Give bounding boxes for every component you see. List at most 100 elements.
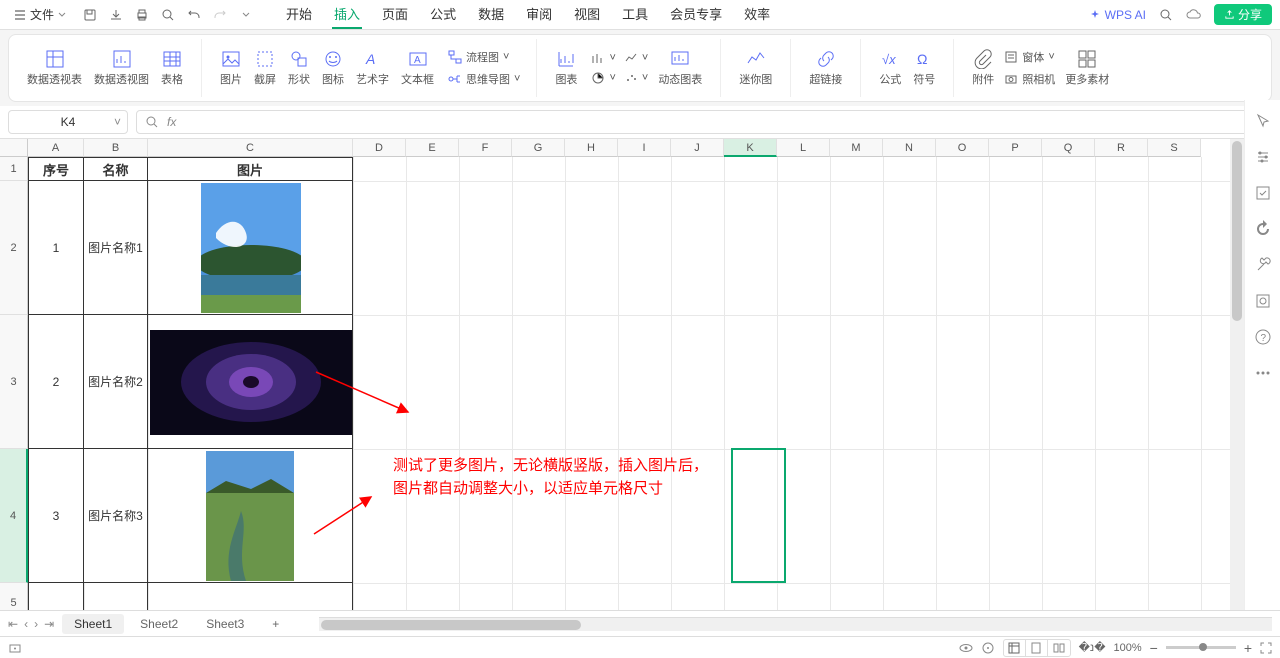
zoom-out-button[interactable]: − [1150, 640, 1158, 656]
tab-efficiency[interactable]: 效率 [742, 0, 772, 29]
redo-icon[interactable] [212, 7, 228, 23]
search-icon[interactable] [1158, 7, 1174, 23]
chart-sm4[interactable]: ˅ [620, 69, 652, 87]
col-header-R[interactable]: R [1095, 139, 1148, 157]
tab-member[interactable]: 会员专享 [668, 0, 724, 29]
dynamic-chart-button[interactable]: 动态图表 [652, 49, 708, 87]
cell-name-2[interactable]: 图片名称2 [83, 314, 148, 449]
row-header-4[interactable]: 4 [0, 449, 28, 583]
preview-icon[interactable] [160, 7, 176, 23]
table-button[interactable]: 表格 [155, 49, 189, 87]
undo-icon[interactable] [186, 7, 202, 23]
view-page-icon[interactable] [1026, 640, 1048, 656]
help-icon[interactable]: ? [1254, 328, 1272, 346]
col-header-K[interactable]: K [724, 139, 777, 157]
mindmap-button[interactable]: 思维导图 ˅ [444, 69, 524, 89]
history-icon[interactable] [1254, 292, 1272, 310]
reading-mode-icon[interactable]: �נ� [1079, 641, 1106, 654]
sheet-tab-1[interactable]: Sheet1 [62, 614, 124, 634]
sheet-tab-3[interactable]: Sheet3 [194, 614, 256, 634]
pivot-table-button[interactable]: 数据透视表 [21, 49, 88, 87]
row-header-3[interactable]: 3 [0, 315, 28, 449]
cell-image-2[interactable] [147, 314, 353, 449]
fullscreen-icon[interactable] [1260, 642, 1272, 654]
record-macro-icon[interactable] [8, 641, 22, 655]
col-header-C[interactable]: C [148, 139, 353, 157]
zoom-in-button[interactable]: + [1244, 640, 1252, 656]
share-button[interactable]: 分享 [1214, 4, 1272, 25]
vertical-scrollbar[interactable] [1230, 139, 1244, 619]
select-tool-icon[interactable] [1254, 112, 1272, 130]
more-assets-button[interactable]: 更多素材 [1059, 49, 1115, 87]
inserted-image-2[interactable] [150, 330, 352, 435]
col-header-E[interactable]: E [406, 139, 459, 157]
zoom-slider[interactable] [1166, 646, 1236, 649]
col-header-I[interactable]: I [618, 139, 671, 157]
tab-tools[interactable]: 工具 [620, 0, 650, 29]
sheet-nav-last-icon[interactable]: ⇥ [44, 617, 54, 631]
cell-name-1[interactable]: 图片名称1 [83, 180, 148, 315]
inserted-image-1[interactable] [201, 183, 301, 313]
sheet-nav-first-icon[interactable]: ⇤ [8, 617, 18, 631]
col-header-S[interactable]: S [1148, 139, 1201, 157]
flowchart-button[interactable]: 流程图 ˅ [444, 47, 524, 67]
formula-bar[interactable]: fx [136, 110, 1272, 134]
col-header-J[interactable]: J [671, 139, 724, 157]
name-box[interactable]: K4˅ [8, 110, 128, 134]
col-header-A[interactable]: A [28, 139, 84, 157]
equation-button[interactable]: √x公式 [873, 49, 907, 87]
tab-page[interactable]: 页面 [380, 0, 410, 29]
col-header-F[interactable]: F [459, 139, 512, 157]
screenshot-button[interactable]: 截屏 [248, 49, 282, 87]
hyperlink-button[interactable]: 超链接 [803, 49, 848, 87]
col-header-B[interactable]: B [84, 139, 148, 157]
backup-icon[interactable] [1254, 220, 1272, 238]
tab-formula[interactable]: 公式 [428, 0, 458, 29]
sheet-tab-2[interactable]: Sheet2 [128, 614, 190, 634]
cell-image-3[interactable] [147, 448, 353, 583]
tab-view[interactable]: 视图 [572, 0, 602, 29]
inserted-image-3[interactable] [206, 451, 294, 581]
pivot-chart-button[interactable]: 数据透视图 [88, 49, 155, 87]
form-button[interactable]: 窗体 ˅ [1000, 47, 1059, 67]
picture-button[interactable]: 图片 [214, 49, 248, 87]
cloud-icon[interactable] [1186, 7, 1202, 23]
zoom-level[interactable]: 100% [1113, 642, 1141, 654]
save-icon[interactable] [82, 7, 98, 23]
tab-insert[interactable]: 插入 [332, 0, 362, 29]
sparkline-button[interactable]: 迷你图 [733, 49, 778, 87]
tools-icon[interactable] [1254, 256, 1272, 274]
cell-no-2[interactable]: 2 [28, 314, 84, 449]
view-break-icon[interactable] [1048, 640, 1070, 656]
col-header-D[interactable]: D [353, 139, 406, 157]
settings-icon[interactable] [1254, 148, 1272, 166]
icons-button[interactable]: 图标 [316, 49, 350, 87]
shapes-button[interactable]: 形状 [282, 49, 316, 87]
focus-icon[interactable] [981, 641, 995, 655]
cell-no-3[interactable]: 3 [28, 448, 84, 583]
wordart-button[interactable]: A艺术字 [350, 49, 395, 87]
chart-sm2[interactable]: ˅ [587, 69, 619, 87]
col-header-N[interactable]: N [883, 139, 936, 157]
col-header-L[interactable]: L [777, 139, 830, 157]
header-image[interactable]: 图片 [147, 157, 353, 181]
attachment-button[interactable]: 附件 [966, 49, 1000, 87]
header-name[interactable]: 名称 [83, 157, 148, 181]
cell-no-1[interactable]: 1 [28, 180, 84, 315]
col-header-O[interactable]: O [936, 139, 989, 157]
view-normal-icon[interactable] [1004, 640, 1026, 656]
expand-icon[interactable] [145, 115, 159, 129]
header-no[interactable]: 序号 [28, 157, 84, 181]
sheet-nav-prev-icon[interactable]: ‹ [24, 617, 28, 631]
row-header-1[interactable]: 1 [0, 157, 28, 181]
sheet-nav-next-icon[interactable]: › [34, 617, 38, 631]
chart-button[interactable]: 图表 [549, 49, 583, 87]
properties-icon[interactable] [1254, 184, 1272, 202]
col-header-P[interactable]: P [989, 139, 1042, 157]
eye-icon[interactable] [959, 641, 973, 655]
col-header-H[interactable]: H [565, 139, 618, 157]
file-menu-button[interactable]: 文件 [8, 4, 72, 25]
spreadsheet-grid[interactable]: ABCDEFGHIJKLMNOPQRS 12345 序号 名称 图片 1 图片名… [0, 139, 1280, 619]
row-header-2[interactable]: 2 [0, 181, 28, 315]
add-sheet-button[interactable]: + [260, 614, 291, 634]
